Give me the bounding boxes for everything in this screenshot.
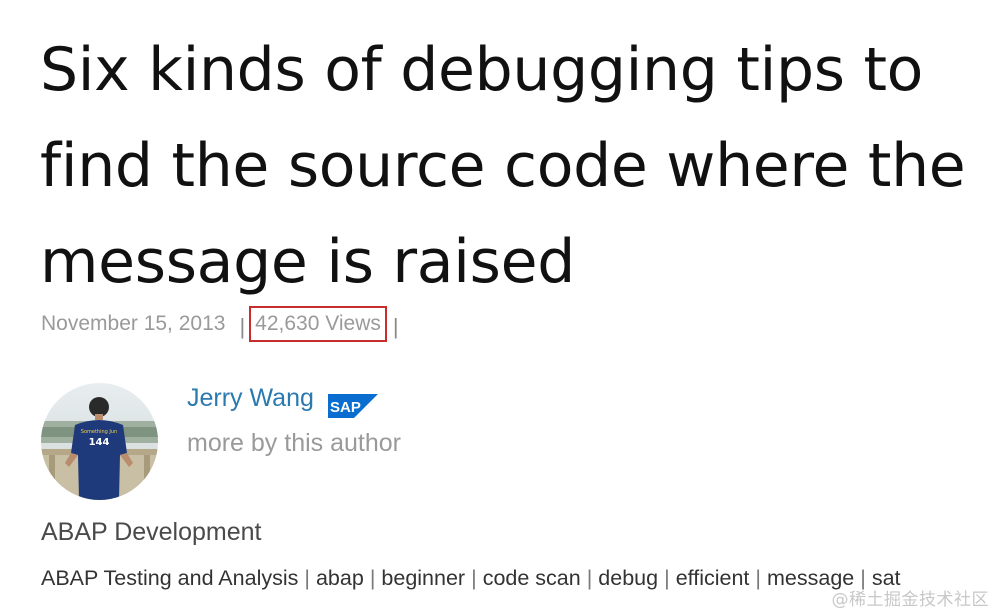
sap-logo-icon: SAP (328, 394, 378, 418)
article-header: Six kinds of debugging tips to find the … (0, 0, 995, 614)
tag-link[interactable]: efficient (676, 566, 750, 590)
watermark: @稀土掘金技术社区 (831, 590, 989, 610)
author-photo: Something Jun 144 (41, 383, 158, 500)
view-count: 42,630 Views (249, 306, 387, 342)
svg-text:SAP: SAP (330, 399, 361, 416)
tag-separator: | (586, 566, 593, 590)
tag-link[interactable]: beginner (381, 566, 465, 590)
author-avatar[interactable]: Something Jun 144 (41, 383, 158, 500)
tag-link[interactable]: ABAP Testing and Analysis (41, 566, 298, 590)
tag-list: ABAP Testing and Analysis | abap | beginner |… (41, 566, 901, 591)
more-by-author-link[interactable]: more by this author (187, 429, 401, 458)
tag-separator: | (369, 566, 376, 590)
meta-separator: | (239, 314, 246, 339)
jersey-number: 144 (89, 437, 110, 448)
tag-separator: | (304, 566, 310, 590)
svg-text:Something Jun: Something Jun (81, 429, 117, 435)
tag-separator: | (664, 566, 670, 590)
meta-separator: | (392, 314, 399, 339)
primary-category[interactable]: ABAP Development (41, 518, 262, 547)
tag-link[interactable]: code scan (483, 566, 581, 590)
tag-link[interactable]: abap (316, 566, 364, 590)
author-name-link[interactable]: Jerry Wang (187, 384, 314, 413)
publish-date: November 15, 2013 (41, 312, 226, 335)
tag-separator: | (471, 566, 477, 590)
article-title: Six kinds of debugging tips to find the … (40, 35, 966, 297)
article-meta: November 15, 2013 | 42,630 Views | (41, 306, 399, 342)
tag-separator: | (755, 566, 761, 590)
tag-link[interactable]: debug (598, 566, 658, 590)
